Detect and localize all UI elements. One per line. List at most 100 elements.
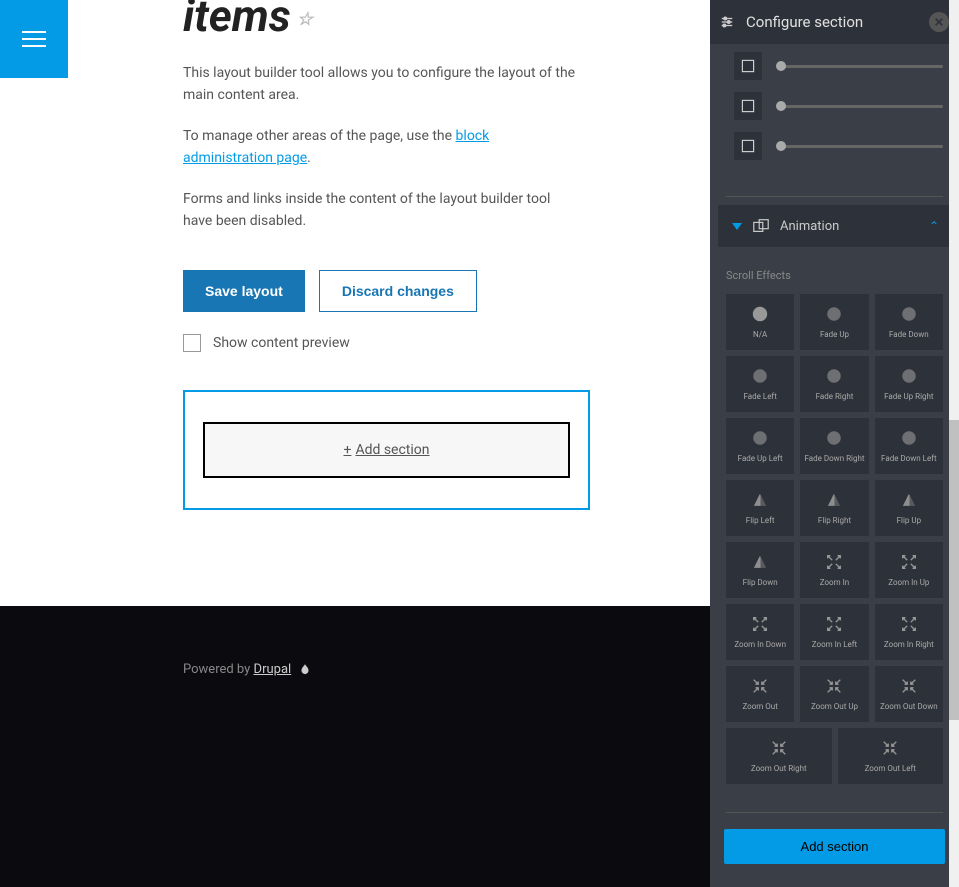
effect-icon <box>880 738 900 758</box>
effect-zoom-out-left[interactable]: Zoom Out Left <box>838 728 944 784</box>
effect-icon <box>899 428 919 448</box>
effect-label: Zoom Out <box>742 702 777 712</box>
powered-by-text: Powered by <box>183 662 254 677</box>
slider-row-3 <box>734 132 943 160</box>
main-container: items☆ This layout builder tool allows y… <box>0 0 710 887</box>
border-icon[interactable] <box>734 52 762 80</box>
star-icon[interactable]: ☆ <box>297 9 313 30</box>
discard-changes-button[interactable]: Discard changes <box>319 270 477 312</box>
effect-icon <box>899 366 919 386</box>
effect-flip-up[interactable]: Flip Up <box>875 480 943 536</box>
hamburger-icon <box>22 31 46 47</box>
effect-icon <box>750 552 770 572</box>
configure-sidebar: Configure section A <box>710 0 959 887</box>
slider-thumb[interactable] <box>776 101 786 111</box>
effect-icon <box>824 428 844 448</box>
effect-zoom-out-down[interactable]: Zoom Out Down <box>875 666 943 722</box>
effect-label: Zoom Out Left <box>865 764 916 774</box>
layout-section: +Add section <box>183 390 590 510</box>
close-sidebar-button[interactable] <box>929 12 949 32</box>
effect-icon <box>824 614 844 634</box>
slider-1[interactable] <box>776 65 943 68</box>
page-title: items☆ <box>68 0 710 42</box>
effect-icon <box>750 614 770 634</box>
content-preview-label: Show content preview <box>213 335 350 351</box>
animation-title: Animation <box>780 219 937 234</box>
effect-icon <box>824 490 844 510</box>
content-preview-checkbox[interactable] <box>183 334 201 352</box>
effect-flip-right[interactable]: Flip Right <box>800 480 868 536</box>
effect-fade-left[interactable]: Fade Left <box>726 356 794 412</box>
border-icon-2[interactable] <box>734 92 762 120</box>
add-section-label: Add section <box>355 442 429 458</box>
effect-zoom-in[interactable]: Zoom In <box>800 542 868 598</box>
hamburger-menu[interactable] <box>0 0 68 78</box>
effect-zoom-in-left[interactable]: Zoom In Left <box>800 604 868 660</box>
effect-flip-down[interactable]: Flip Down <box>726 542 794 598</box>
effect-n-a[interactable]: N/A <box>726 294 794 350</box>
effect-flip-left[interactable]: Flip Left <box>726 480 794 536</box>
effect-label: Zoom Out Right <box>751 764 807 774</box>
effect-label: Zoom In <box>820 578 849 588</box>
effect-zoom-in-up[interactable]: Zoom In Up <box>875 542 943 598</box>
effect-icon <box>750 304 770 324</box>
effect-fade-down-left[interactable]: Fade Down Left <box>875 418 943 474</box>
effect-fade-down[interactable]: Fade Down <box>875 294 943 350</box>
effect-icon <box>899 552 919 572</box>
effect-icon <box>769 738 789 758</box>
description-p1: This layout builder tool allows you to c… <box>183 62 580 107</box>
effect-icon <box>899 304 919 324</box>
footer: Powered by Drupal <box>0 606 710 887</box>
effect-label: Fade Up Left <box>738 454 783 464</box>
add-section-button[interactable]: +Add section <box>203 422 570 478</box>
effect-label: Fade Left <box>744 392 777 402</box>
effect-label: Flip Right <box>818 516 851 526</box>
effect-icon <box>824 552 844 572</box>
slider-thumb[interactable] <box>776 141 786 151</box>
checkbox-row: Show content preview <box>68 312 710 352</box>
scroll-effects-section: Scroll Effects N/AFade UpFade DownFade L… <box>710 247 959 794</box>
effect-zoom-in-down[interactable]: Zoom In Down <box>726 604 794 660</box>
effect-label: Fade Down Left <box>881 454 937 464</box>
effect-zoom-out-up[interactable]: Zoom Out Up <box>800 666 868 722</box>
sidebar-add-section-button[interactable]: Add section <box>724 829 945 864</box>
slider-3[interactable] <box>776 145 943 148</box>
save-layout-button[interactable]: Save layout <box>183 270 305 312</box>
effect-fade-right[interactable]: Fade Right <box>800 356 868 412</box>
effect-label: Fade Down Right <box>804 454 864 464</box>
effect-label: Fade Up Right <box>884 392 933 402</box>
effect-icon <box>899 676 919 696</box>
border-icon-3[interactable] <box>734 132 762 160</box>
scrollbar-thumb[interactable] <box>949 420 959 720</box>
effect-fade-down-right[interactable]: Fade Down Right <box>800 418 868 474</box>
effect-zoom-out-right[interactable]: Zoom Out Right <box>726 728 832 784</box>
effect-label: Zoom In Right <box>884 640 934 650</box>
effect-label: Zoom Out Down <box>880 702 938 712</box>
effect-icon <box>899 614 919 634</box>
triangle-down-icon <box>732 223 742 230</box>
description-p3: Forms and links inside the content of th… <box>183 188 580 233</box>
description-p2: To manage other areas of the page, use t… <box>183 125 580 170</box>
drupal-icon <box>298 663 312 677</box>
sliders-section <box>710 44 959 188</box>
sidebar-title: Configure section <box>746 13 919 31</box>
effect-zoom-in-right[interactable]: Zoom In Right <box>875 604 943 660</box>
animation-accordion-header[interactable]: Animation ⌃ <box>718 205 951 247</box>
button-row: Save layout Discard changes <box>68 250 710 312</box>
effect-fade-up-left[interactable]: Fade Up Left <box>726 418 794 474</box>
drupal-link[interactable]: Drupal <box>254 662 292 677</box>
effect-fade-up-right[interactable]: Fade Up Right <box>875 356 943 412</box>
effect-label: Zoom In Up <box>888 578 929 588</box>
effect-fade-up[interactable]: Fade Up <box>800 294 868 350</box>
settings-sliders-icon <box>720 14 736 30</box>
effect-icon <box>899 490 919 510</box>
chevron-up-icon: ⌃ <box>929 219 939 233</box>
slider-2[interactable] <box>776 105 943 108</box>
slider-thumb[interactable] <box>776 61 786 71</box>
effect-zoom-out[interactable]: Zoom Out <box>726 666 794 722</box>
effect-icon <box>824 366 844 386</box>
effect-grid: N/AFade UpFade Down Fade Left Fade Right Fa… <box>726 294 943 722</box>
effect-icon <box>750 490 770 510</box>
effect-label: Flip Left <box>746 516 775 526</box>
effect-label: Fade Right <box>816 392 854 402</box>
